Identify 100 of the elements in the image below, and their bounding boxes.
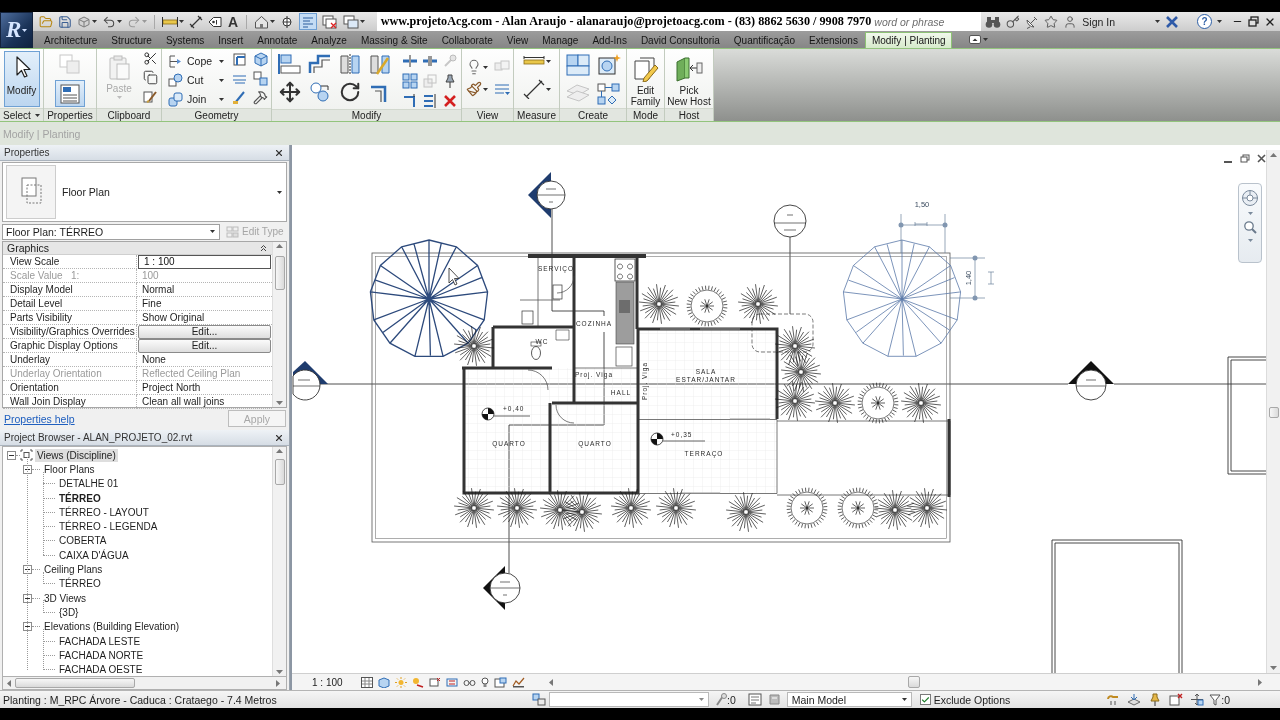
caret-icon[interactable] [179,20,184,23]
collapse-icon[interactable] [23,464,32,474]
edit-button[interactable]: Edit... [138,339,271,353]
trim-multiple-icon[interactable] [422,93,438,109]
scroll-down-icon[interactable] [276,401,283,405]
crosshair-icon[interactable] [280,14,295,29]
undo-icon[interactable] [102,14,116,29]
tree-item[interactable]: Elevations (Building Elevation) [42,620,182,634]
aligned-dimension-icon[interactable] [522,79,545,99]
tag-icon[interactable] [208,14,222,29]
search-field[interactable]: word or phrase [871,12,982,31]
save-icon[interactable] [58,14,72,29]
caret-icon[interactable] [1217,20,1222,23]
scroll-up-icon[interactable] [276,449,283,453]
split-element-icon[interactable] [402,53,418,69]
create-parts-icon[interactable] [564,53,591,77]
select-links-icon[interactable] [1106,693,1121,706]
collapse-icon[interactable] [7,450,16,460]
close-icon[interactable] [274,147,284,158]
measure-icon[interactable] [522,55,545,67]
switch-windows-icon[interactable] [343,14,360,29]
caret-icon[interactable] [219,59,224,63]
tree-item[interactable]: Ceiling Plans [42,563,105,576]
scrollbar-thumb[interactable] [907,676,920,688]
tree-item[interactable]: FACHADA NORTE [57,648,146,662]
scroll-right-icon[interactable] [276,679,280,687]
scroll-up-icon[interactable] [1270,153,1277,157]
binoculars-icon[interactable] [985,14,1002,29]
steering-wheel-icon[interactable] [1241,189,1259,207]
editing-requests-icon[interactable] [715,693,727,706]
rotate-icon[interactable] [339,81,361,103]
select-by-face-icon[interactable] [1169,693,1184,706]
collapse-icon[interactable] [23,565,32,574]
pick-new-host-button[interactable]: Pick New Host [666,52,712,108]
create-group-icon[interactable] [595,53,622,77]
aligned-dimension-icon[interactable] [189,14,203,29]
exclude-options-checkbox[interactable] [919,694,931,705]
view-restore-icon[interactable] [1240,154,1250,163]
ribbon-toggle-icon[interactable] [968,35,981,44]
scissors-icon[interactable] [143,51,158,66]
tree-item[interactable]: FACHADA LESTE [57,634,143,648]
tree-item[interactable]: CAIXA D'ÁGUA [57,548,131,562]
caret-icon[interactable] [92,20,97,23]
cube-icon[interactable] [253,52,268,67]
user-icon[interactable] [1063,14,1078,29]
analysis-icon[interactable] [511,676,525,688]
offset-icon[interactable] [308,53,332,75]
navigation-bar[interactable] [1238,183,1262,263]
shadows-icon[interactable] [411,676,424,688]
properties-help-link[interactable]: Properties help [4,412,75,425]
ribbon-tab[interactable]: Extensions [802,32,864,48]
caret-icon[interactable] [22,28,28,32]
caret-icon[interactable] [482,87,488,91]
zoom-icon[interactable] [1243,220,1257,234]
ribbon-tab[interactable]: Analyze [304,32,353,48]
key-icon[interactable] [1006,14,1021,29]
type-selector[interactable]: Floor Plan [2,162,287,222]
select-menu-button[interactable]: Select [0,108,43,121]
scroll-right-icon[interactable] [1258,678,1262,686]
join-button[interactable]: Join [166,90,226,108]
caret-icon[interactable] [219,97,224,101]
scroll-down-icon[interactable] [1270,666,1277,670]
modify-button[interactable]: Modify [3,51,40,107]
ribbon-tab[interactable]: Add-Ins [585,32,633,48]
views-icon[interactable] [20,449,33,462]
tree-item[interactable]: DETALHE 01 [57,477,121,491]
edit-button[interactable]: Edit... [138,325,271,339]
tree-item[interactable]: {3D} [57,605,81,619]
visual-style-icon[interactable] [377,676,390,688]
trim-single-icon[interactable] [402,93,418,109]
ribbon-tab[interactable]: Structure [104,32,158,48]
caret-icon[interactable] [277,190,282,194]
tree-item[interactable]: FACHADA OESTE [57,663,145,676]
wall-joins-icon[interactable] [232,52,247,67]
crop-region-icon[interactable] [445,676,458,688]
tree-item[interactable]: Views (Discipline) [35,448,118,462]
ribbon-tab[interactable]: Systems [158,32,211,48]
drag-elements-icon[interactable] [1190,693,1205,706]
ribbon-tab[interactable]: Collaborate [434,32,499,48]
edit-family-icon[interactable] [631,56,660,82]
caret-icon[interactable] [545,87,551,91]
match-type-icon[interactable] [143,89,158,104]
temporary-hide-icon[interactable] [493,676,507,688]
caret-icon[interactable] [360,20,366,23]
cope-icon[interactable] [168,53,183,69]
open-folder-icon[interactable] [39,14,53,29]
tree-item[interactable]: TÉRREO [57,491,103,505]
linework-icon[interactable] [493,82,510,96]
star-icon[interactable] [1044,14,1059,29]
close-icon[interactable] [274,432,284,443]
restore-icon[interactable] [1248,16,1259,27]
ribbon-tab[interactable]: David Consultoria [633,32,726,48]
active-workset-field[interactable] [549,692,709,707]
horizontal-scrollbar[interactable] [2,676,287,690]
vertical-scrollbar[interactable] [1266,150,1280,673]
ribbon-tab[interactable]: Annotate [250,32,304,48]
close-windows-icon[interactable] [322,14,339,29]
delete-icon[interactable] [442,93,458,109]
paint-icon[interactable] [232,90,247,105]
tiles-icon[interactable] [493,60,510,74]
